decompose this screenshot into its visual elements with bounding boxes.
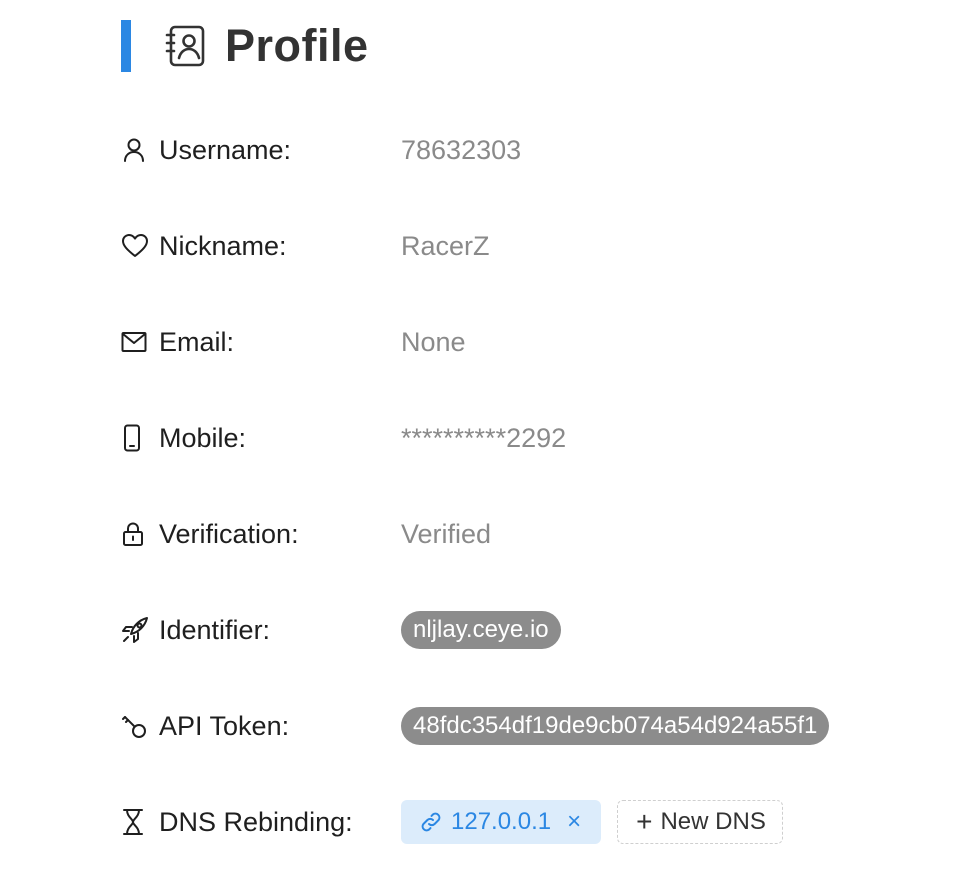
verification-value: Verified <box>401 518 492 549</box>
email-row: Email: None <box>121 294 921 390</box>
new-dns-label: New DNS <box>660 808 766 835</box>
dns-tag-label: 127.0.0.1 <box>451 808 552 835</box>
email-value: None <box>401 326 466 357</box>
identifier-label: Identifier: <box>159 614 271 645</box>
profile-fields: Username: 78632303 Nickname: RacerZ Emai… <box>121 102 921 870</box>
email-label-wrap: Email: <box>121 324 234 360</box>
verification-value-wrap: Verified <box>401 516 491 552</box>
dns-tag[interactable]: 127.0.0.1 × <box>401 800 602 844</box>
api-token-value-wrap: 48fdc354df19de9cb074a54d924a55f1 <box>401 707 830 745</box>
nickname-label-wrap: Nickname: <box>121 228 287 264</box>
nickname-row: Nickname: RacerZ <box>121 198 921 294</box>
new-dns-button[interactable]: + New DNS <box>617 800 783 844</box>
link-icon <box>419 810 443 834</box>
api-token-row: API Token: 48fdc354df19de9cb074a54d924a5… <box>121 678 921 774</box>
dns-rebinding-label: DNS Rebinding: <box>159 806 353 837</box>
close-icon[interactable]: × <box>567 810 581 834</box>
mobile-row: Mobile: **********2292 <box>121 390 921 486</box>
nickname-value-wrap: RacerZ <box>401 228 490 264</box>
email-value-wrap: None <box>401 324 466 360</box>
dns-value-wrap: 127.0.0.1 × + New DNS <box>401 796 783 848</box>
username-value-wrap: 78632303 <box>401 132 521 168</box>
username-label: Username: <box>159 134 292 165</box>
api-token-label: API Token: <box>159 710 290 741</box>
dns-rebinding-row: DNS Rebinding: 127.0.0.1 × + New DNS <box>121 774 921 870</box>
dns-label-wrap: DNS Rebinding: <box>121 804 353 840</box>
username-value: 78632303 <box>401 134 522 165</box>
verification-row: Verification: Verified <box>121 486 921 582</box>
hourglass-icon <box>121 808 149 836</box>
email-label: Email: <box>159 326 235 357</box>
identifier-row: Identifier: nljlay.ceye.io <box>121 582 921 678</box>
identifier-value-wrap: nljlay.ceye.io <box>401 611 561 649</box>
mobile-value-wrap: **********2292 <box>401 420 566 456</box>
identifier-label-wrap: Identifier: <box>121 612 270 648</box>
mobile-label: Mobile: <box>159 422 247 453</box>
heart-icon <box>121 232 149 260</box>
plus-icon: + <box>636 806 653 837</box>
key-icon <box>121 712 149 740</box>
verification-label: Verification: <box>159 518 299 549</box>
rocket-icon <box>121 616 149 644</box>
user-icon <box>121 136 149 164</box>
username-label-wrap: Username: <box>121 132 291 168</box>
mail-icon <box>121 328 149 356</box>
verification-label-wrap: Verification: <box>121 516 299 552</box>
mobile-value: **********2292 <box>401 422 567 453</box>
contact-card-icon <box>163 24 207 68</box>
nickname-label: Nickname: <box>159 230 287 261</box>
accent-bar <box>121 20 131 72</box>
page-title: Profile <box>225 20 369 71</box>
profile-header: Profile <box>121 20 369 72</box>
mobile-icon <box>121 424 149 452</box>
username-row: Username: 78632303 <box>121 102 921 198</box>
nickname-value: RacerZ <box>401 230 490 261</box>
api-token-pill[interactable]: 48fdc354df19de9cb074a54d924a55f1 <box>401 707 830 745</box>
identifier-pill[interactable]: nljlay.ceye.io <box>401 611 561 649</box>
mobile-label-wrap: Mobile: <box>121 420 246 456</box>
lock-icon <box>121 520 149 548</box>
api-token-label-wrap: API Token: <box>121 708 289 744</box>
profile-page: Profile Username: 78632303 Nickname: Rac… <box>0 0 954 870</box>
